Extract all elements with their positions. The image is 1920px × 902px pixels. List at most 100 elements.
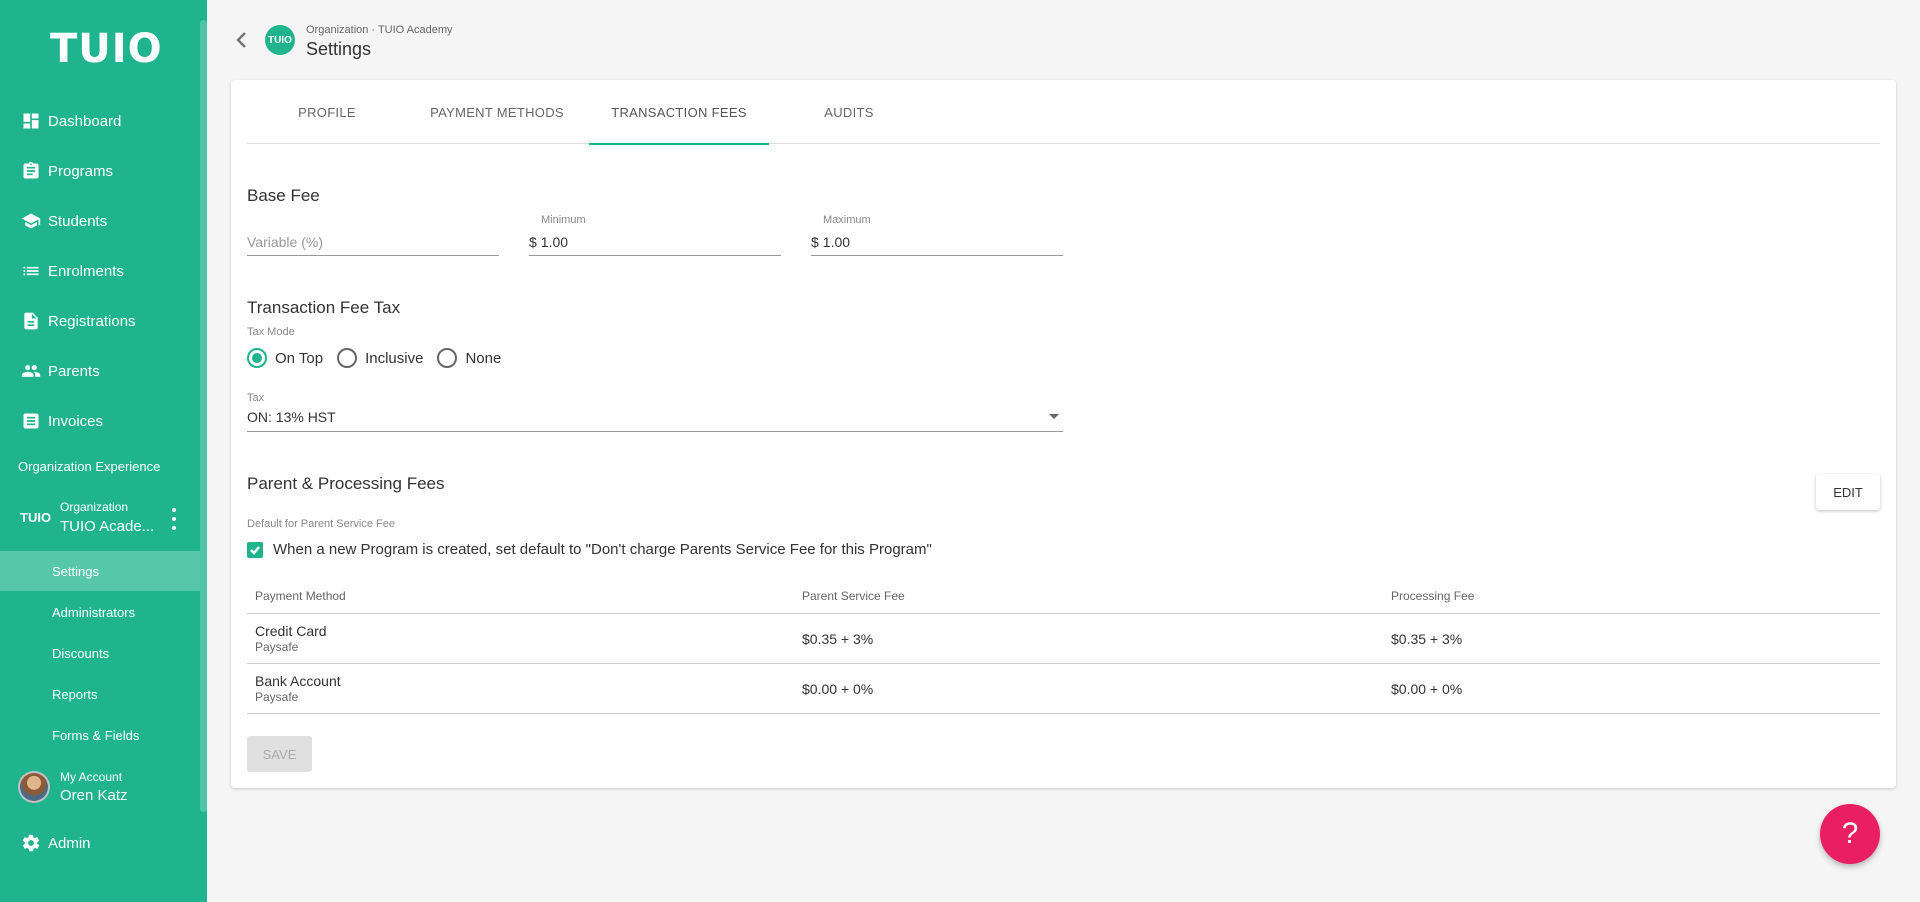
sidebar-item-reports[interactable]: Reports (0, 674, 200, 714)
base-fee-title: Base Fee (247, 186, 320, 205)
nav-item-programs[interactable]: Programs (0, 149, 200, 193)
account-name: Oren Katz (60, 787, 128, 804)
radio-label: None (465, 349, 502, 367)
nav-label: Students (48, 212, 108, 230)
checkbox-label: When a new Program is created, set defau… (273, 541, 932, 558)
table-row: Bank Account Paysafe $0.00 + 0% $0.00 + … (247, 664, 1880, 714)
radio-label: On Top (275, 349, 324, 367)
minimum-input[interactable] (540, 233, 781, 250)
org-name: TUIO Acade... (60, 518, 155, 535)
payment-provider: Paysafe (255, 640, 299, 654)
payment-method-cell: Bank Account Paysafe (255, 664, 341, 713)
radio-label: Inclusive (365, 349, 424, 367)
maximum-input[interactable] (822, 233, 1063, 250)
sidebar-item-administrators[interactable]: Administrators (0, 592, 200, 632)
dropdown-arrow-icon (1049, 414, 1059, 419)
sidebar: TUIO Dashboard Programs Students Enrolme… (0, 0, 207, 902)
nav-label: Parents (48, 362, 100, 380)
nav-item-dashboard[interactable]: Dashboard (0, 99, 200, 143)
nav-item-enrolments[interactable]: Enrolments (0, 249, 200, 293)
checkbox-checked-icon (247, 541, 263, 558)
currency-prefix: $ (529, 233, 537, 250)
table-row: Credit Card Paysafe $0.35 + 3% $0.35 + 3… (247, 614, 1880, 664)
transaction-fee-tax-title: Transaction Fee Tax (247, 298, 401, 317)
settings-card: PROFILE PAYMENT METHODS TRANSACTION FEES… (231, 80, 1896, 788)
page-title: Settings (306, 39, 372, 59)
nav-label: Invoices (48, 412, 104, 430)
nav-item-parents[interactable]: Parents (0, 349, 200, 393)
radio-none[interactable]: None (437, 348, 501, 368)
radio-unchecked-icon (437, 348, 458, 368)
account-small-label: My Account (60, 770, 123, 784)
tab-audits[interactable]: AUDITS (769, 80, 929, 144)
nav-item-admin[interactable]: Admin (0, 821, 200, 865)
tax-select-value: ON: 13% HST (247, 408, 336, 425)
org-small-label: Organization (60, 500, 129, 514)
tax-mode-radio-group: On Top Inclusive None (247, 348, 515, 368)
column-header-processing-fee: Processing Fee (1391, 588, 1475, 603)
maximum-field[interactable]: $ (811, 228, 1063, 256)
back-button[interactable] (232, 30, 252, 50)
table-header: Payment Method Parent Service Fee Proces… (247, 578, 1880, 614)
invoice-icon (20, 410, 42, 432)
save-button[interactable]: SAVE (247, 736, 312, 772)
nav-item-invoices[interactable]: Invoices (0, 399, 200, 443)
clipboard-icon (20, 160, 42, 182)
avatar (18, 771, 50, 803)
tab-transaction-fees[interactable]: TRANSACTION FEES (589, 80, 769, 145)
column-header-payment-method: Payment Method (255, 588, 346, 603)
default-parent-fee-label: Default for Parent Service Fee (247, 518, 395, 530)
organization-experience-label: Organization Experience (18, 459, 161, 474)
variable-percent-input[interactable] (247, 233, 499, 250)
nav-item-students[interactable]: Students (0, 199, 200, 243)
list-icon (20, 260, 42, 282)
tax-mode-label: Tax Mode (247, 326, 295, 338)
sidebar-item-forms-fields[interactable]: Forms & Fields (0, 715, 200, 755)
minimum-field[interactable]: $ (529, 228, 781, 256)
default-no-parent-fee-checkbox[interactable]: When a new Program is created, set defau… (247, 541, 932, 558)
processing-fee-cell: $0.00 + 0% (1391, 680, 1463, 697)
minimum-label: Minimum (541, 214, 586, 226)
radio-unchecked-icon (337, 348, 358, 368)
radio-checked-icon (247, 348, 267, 368)
breadcrumb: Organization · TUIO Academy (306, 24, 453, 36)
parent-service-fee-cell: $0.00 + 0% (802, 680, 874, 697)
gear-icon (20, 832, 42, 854)
edit-button[interactable]: EDIT (1816, 474, 1880, 510)
maximum-label: Maximum (823, 214, 871, 226)
payment-method-name: Credit Card (255, 623, 327, 639)
tax-select[interactable]: ON: 13% HST (247, 402, 1063, 432)
people-icon (20, 360, 42, 382)
payment-method-name: Bank Account (255, 673, 341, 689)
org-avatar: TUIO (265, 25, 295, 55)
parent-processing-fees-title: Parent & Processing Fees (247, 474, 445, 493)
sidebar-scrollbar[interactable] (200, 20, 207, 812)
nav-label: Admin (48, 834, 91, 852)
fees-table: Payment Method Parent Service Fee Proces… (247, 578, 1880, 714)
sidebar-item-settings[interactable]: Settings (0, 551, 200, 591)
tab-profile[interactable]: PROFILE (247, 80, 407, 144)
sidebar-item-discounts[interactable]: Discounts (0, 633, 200, 673)
processing-fee-cell: $0.35 + 3% (1391, 630, 1463, 647)
organization-switcher[interactable]: TUIO Organization TUIO Acade... (0, 494, 200, 546)
chevron-left-icon (236, 32, 246, 48)
tab-payment-methods[interactable]: PAYMENT METHODS (407, 80, 587, 144)
radio-inclusive[interactable]: Inclusive (337, 348, 423, 368)
nav-label: Enrolments (48, 262, 124, 280)
tuio-logo[interactable]: TUIO (50, 26, 163, 72)
school-icon (20, 210, 42, 232)
payment-method-cell: Credit Card Paysafe (255, 614, 327, 663)
more-vert-icon[interactable] (168, 508, 180, 530)
payment-provider: Paysafe (255, 690, 299, 704)
variable-percent-field[interactable] (247, 228, 499, 256)
my-account[interactable]: My Account Oren Katz (0, 768, 200, 812)
currency-prefix: $ (811, 233, 819, 250)
nav-label: Registrations (48, 312, 136, 330)
help-button[interactable]: ? (1820, 804, 1880, 864)
nav-item-registrations[interactable]: Registrations (0, 299, 200, 343)
tab-bar: PROFILE PAYMENT METHODS TRANSACTION FEES… (247, 80, 1880, 145)
parent-service-fee-cell: $0.35 + 3% (802, 630, 874, 647)
radio-on-top[interactable]: On Top (247, 348, 323, 368)
document-icon (20, 310, 42, 332)
org-logo: TUIO (20, 510, 52, 525)
